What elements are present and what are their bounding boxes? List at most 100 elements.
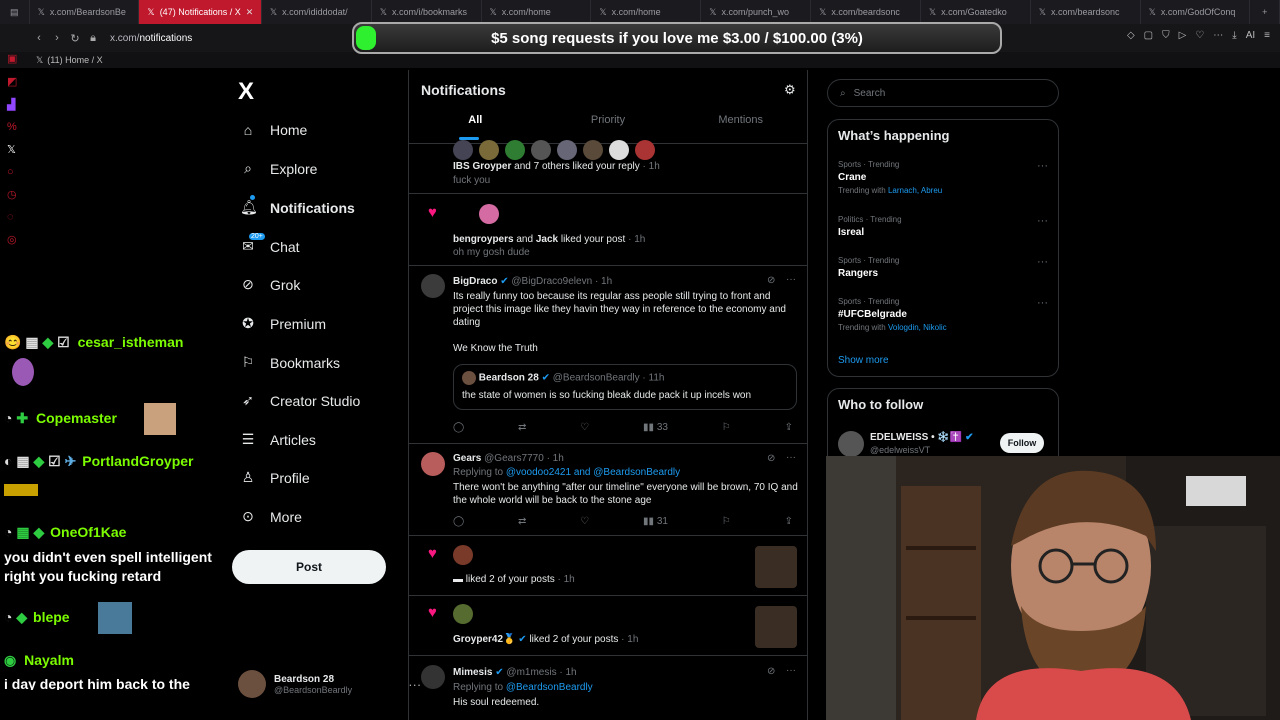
- browser-tab[interactable]: 𝕏x.com/home: [482, 0, 592, 24]
- browser-tab[interactable]: 𝕏x.com/BeardsonBe: [30, 0, 140, 24]
- ai-icon[interactable]: AI: [1246, 30, 1255, 41]
- list-item[interactable]: ♥ bengroypers and Jack liked your post ·…: [409, 194, 807, 266]
- browser-tab[interactable]: 𝕏x.com/ididdodat/: [262, 0, 372, 24]
- nav-explore[interactable]: ⌕ Explore: [240, 160, 317, 177]
- forward-icon[interactable]: ›: [48, 32, 66, 44]
- tab-mentions[interactable]: Mentions: [674, 114, 807, 126]
- menu-dots-icon[interactable]: ⋯: [1213, 30, 1223, 41]
- nav-chat[interactable]: ✉︎ 20+ Chat: [240, 233, 300, 255]
- reader-icon[interactable]: ▢: [1144, 30, 1153, 41]
- browser-tab[interactable]: 𝕏x.com/i/bookmarks: [372, 0, 482, 24]
- share-icon[interactable]: ⇪: [785, 422, 793, 433]
- nav-articles[interactable]: ☰ Articles: [240, 431, 316, 448]
- more-icon[interactable]: ···: [786, 665, 796, 676]
- views-counter[interactable]: ▮▮ 33: [643, 422, 668, 433]
- grok-icon[interactable]: ⊘: [767, 275, 775, 286]
- trend-item[interactable]: Sports · Trending Crane Trending with La…: [838, 160, 1048, 195]
- sidebar-app-icon[interactable]: ▣: [7, 52, 21, 65]
- url-field[interactable]: x.com/notifications: [110, 33, 192, 44]
- browser-tab[interactable]: 𝕏x.com/beardsonc: [811, 0, 921, 24]
- tweet[interactable]: BigDraco ✔ @BigDraco9elevn · 1h ⊘ ··· It…: [409, 266, 807, 444]
- tab-groups-icon[interactable]: ▤: [0, 0, 30, 24]
- heart-icon[interactable]: ♡: [1195, 30, 1204, 41]
- like-icon[interactable]: ♡: [580, 516, 589, 527]
- more-icon[interactable]: ···: [1037, 256, 1048, 268]
- nav-premium[interactable]: ✪ Premium: [240, 315, 326, 332]
- grok-icon[interactable]: ⊘: [767, 453, 775, 464]
- nav-bookmarks[interactable]: ⚐ Bookmarks: [240, 354, 340, 371]
- follow-suggestion[interactable]: EDELWEISS • ❄️✝️ ✔ @edelweissVT: [870, 432, 973, 455]
- bookmark-icon[interactable]: ⚐: [722, 516, 731, 527]
- settings-icon[interactable]: ⚙: [784, 82, 796, 98]
- reply-icon[interactable]: ◯: [453, 422, 464, 433]
- sidebar-app-icon[interactable]: ◎: [7, 233, 21, 246]
- bookmark-item[interactable]: (11) Home / X: [47, 55, 102, 65]
- retweet-icon[interactable]: ⇄: [518, 422, 526, 433]
- back-icon[interactable]: ‹: [30, 32, 48, 44]
- reload-icon[interactable]: ↻: [66, 32, 84, 45]
- play-icon[interactable]: ▷: [1179, 30, 1187, 41]
- sidebar-app-icon[interactable]: %: [7, 121, 21, 133]
- bookmark-icon[interactable]: ◇: [1127, 30, 1135, 41]
- list-item[interactable]: IBS Groyper and 7 others liked your repl…: [409, 140, 807, 194]
- browser-tab[interactable]: 𝕏x.com/GodOfConq: [1141, 0, 1251, 24]
- sidebar-app-icon[interactable]: ○: [7, 166, 21, 178]
- nav-home[interactable]: ⌂ Home: [240, 122, 308, 138]
- more-icon[interactable]: ···: [786, 452, 796, 463]
- nav-creator-studio[interactable]: ➶ Creator Studio: [240, 392, 360, 409]
- post-thumbnail[interactable]: [755, 546, 797, 588]
- search-input[interactable]: ⌕ Search: [827, 79, 1059, 107]
- download-icon[interactable]: ⤓: [1232, 30, 1236, 41]
- more-icon[interactable]: ···: [1037, 160, 1048, 172]
- quote-tweet[interactable]: Beardson 28 ✔ @BeardsonBeardly · 11h the…: [453, 364, 797, 410]
- sidebar-app-icon[interactable]: ◩: [7, 75, 21, 88]
- sidebar-app-icon[interactable]: ◌: [7, 211, 21, 223]
- tab-all[interactable]: All: [409, 114, 542, 126]
- show-more-link[interactable]: Show more: [838, 355, 889, 366]
- browser-tab[interactable]: 𝕏x.com/punch_wo: [701, 0, 812, 24]
- reply-icon[interactable]: ◯: [453, 516, 464, 527]
- follow-button[interactable]: Follow: [1000, 433, 1044, 453]
- list-item[interactable]: ♥ Groyper42🥇 ✔ liked 2 of your posts · 1…: [409, 596, 807, 656]
- post-button[interactable]: Post: [232, 550, 386, 584]
- views-counter[interactable]: ▮▮ 31: [643, 516, 668, 527]
- post-thumbnail[interactable]: [755, 606, 797, 648]
- more-icon[interactable]: ···: [786, 274, 796, 285]
- trend-item[interactable]: Sports · Trending #UFCBelgrade Trending …: [838, 297, 1048, 332]
- share-icon[interactable]: ⇪: [785, 516, 793, 527]
- x-logo[interactable]: X: [238, 78, 254, 106]
- nav-notifications[interactable]: 🔔︎ Notifications: [240, 195, 355, 216]
- tab-priority[interactable]: Priority: [542, 114, 675, 126]
- browser-tab[interactable]: 𝕏x.com/Goatedko: [921, 0, 1031, 24]
- more-icon[interactable]: ···: [1037, 215, 1048, 227]
- close-icon[interactable]: ✕: [246, 7, 254, 18]
- nav-profile[interactable]: ♙ Profile: [240, 469, 310, 486]
- tweet[interactable]: Mimesis ✔ @m1mesis · 1h ⊘ ··· Replying t…: [409, 656, 807, 720]
- clock-icon[interactable]: ◷: [7, 188, 21, 201]
- like-icon[interactable]: ♡: [580, 422, 589, 433]
- list-item[interactable]: ♥ ▬ liked 2 of your posts · 1h: [409, 536, 807, 596]
- browser-tab[interactable]: 𝕏x.com/home: [591, 0, 702, 24]
- nav-more[interactable]: ⊙ More: [240, 508, 302, 525]
- x-logo-icon: 𝕏: [1038, 6, 1047, 17]
- browser-tab[interactable]: 𝕏x.com/beardsonc: [1031, 0, 1141, 24]
- twitch-icon[interactable]: ▟: [7, 98, 21, 111]
- x-logo-icon[interactable]: 𝕏: [7, 143, 21, 156]
- notification-snippet: oh my gosh dude: [453, 247, 530, 258]
- badge-icon: ◆: [16, 609, 28, 625]
- emote-icon: [144, 403, 176, 435]
- shield-icon[interactable]: ⛉: [1162, 30, 1170, 41]
- hamburger-icon[interactable]: ≡: [1264, 30, 1270, 41]
- grok-icon[interactable]: ⊘: [767, 666, 775, 677]
- trend-item[interactable]: Politics · Trending Isreal ···: [838, 215, 1048, 238]
- nav-grok[interactable]: ⊘ Grok: [240, 276, 300, 293]
- retweet-icon[interactable]: ⇄: [518, 516, 526, 527]
- more-icon[interactable]: ···: [1037, 297, 1048, 309]
- account-switcher[interactable]: Beardson 28 @BeardsonBeardly ···: [238, 670, 421, 698]
- browser-tab-active[interactable]: 𝕏 (47) Notifications / X ✕: [139, 0, 262, 24]
- new-tab-icon[interactable]: +: [1250, 0, 1280, 24]
- trend-item[interactable]: Sports · Trending Rangers ···: [838, 256, 1048, 279]
- bookmark-icon[interactable]: ⚐: [722, 422, 731, 433]
- grok-icon: ⊘: [242, 276, 254, 292]
- tweet[interactable]: Gears @Gears7770 · 1h ⊘ ··· Replying to …: [409, 444, 807, 536]
